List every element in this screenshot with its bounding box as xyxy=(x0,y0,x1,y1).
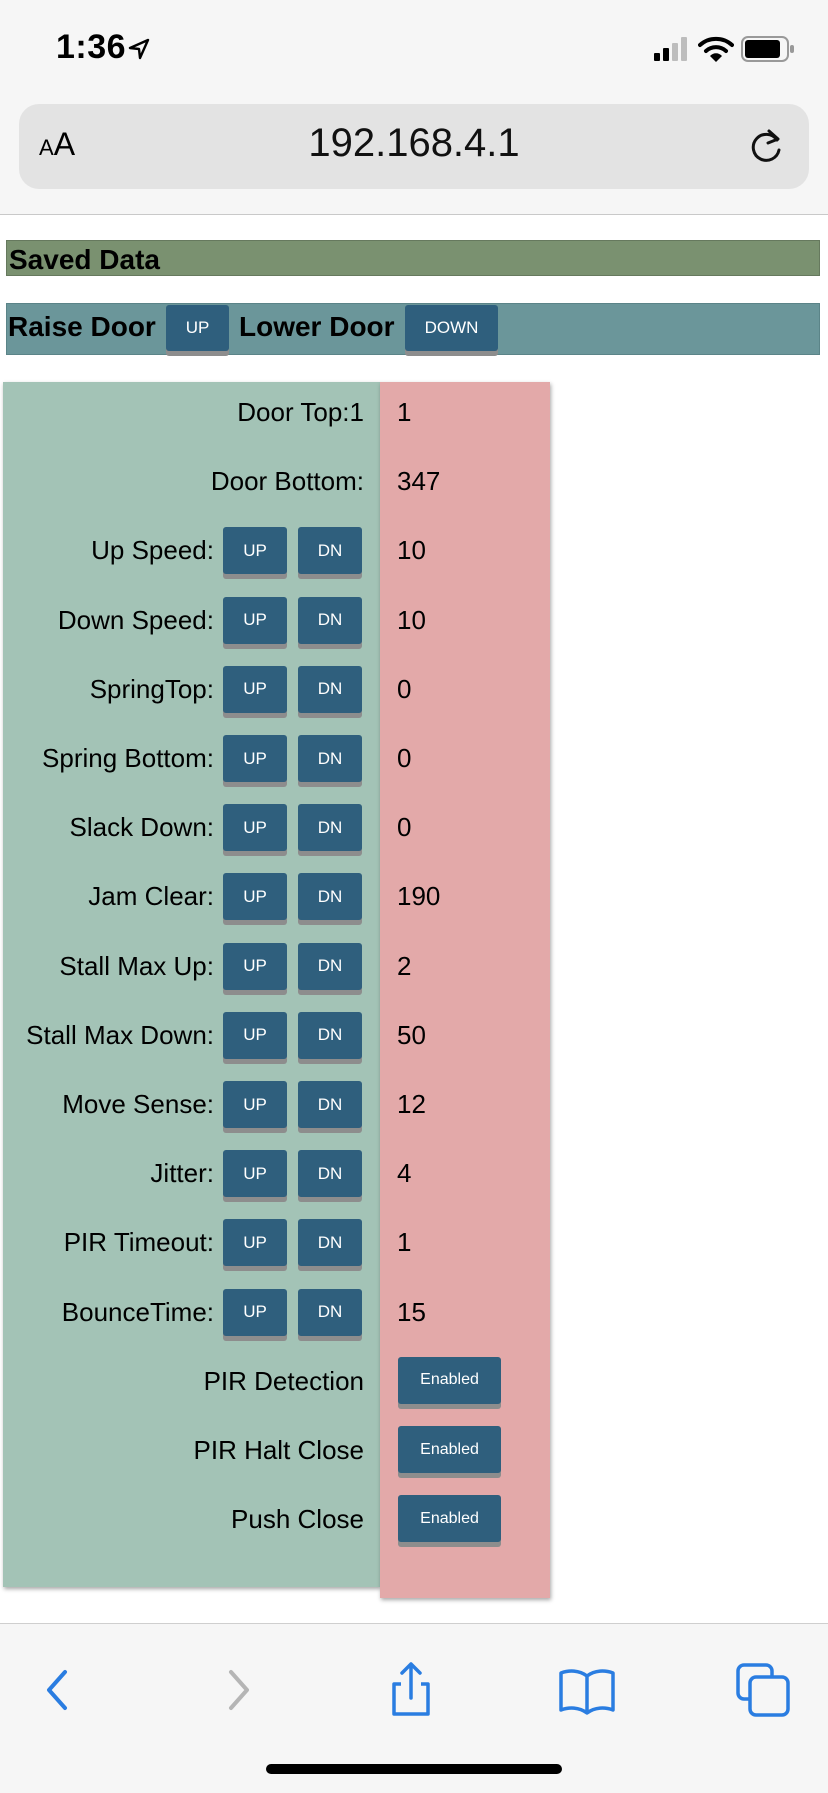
toggle-enabled-button[interactable]: Enabled xyxy=(398,1495,501,1543)
door-control-bar: Raise Door UP Lower Door DOWN xyxy=(6,303,820,355)
setting-value: 0 xyxy=(397,812,412,843)
setting-up-button[interactable]: UP xyxy=(223,735,287,782)
setting-down-button[interactable]: DN xyxy=(298,527,362,575)
setting-value: 4 xyxy=(397,1158,412,1189)
saved-data-header: Saved Data xyxy=(6,240,820,276)
setting-up-button[interactable]: UP xyxy=(223,1011,287,1059)
setting-label: Slack Down: xyxy=(69,812,215,843)
setting-label: Jitter: xyxy=(150,1158,214,1189)
setting-up-button[interactable]: UP xyxy=(223,596,287,644)
setting-up-button[interactable]: UP xyxy=(223,1219,287,1267)
lower-door-label: Lower Door xyxy=(239,311,395,342)
browser-toolbar xyxy=(0,1623,828,1793)
toggle-label: PIR Detection xyxy=(203,1365,364,1396)
lower-door-button[interactable]: DOWN xyxy=(405,305,498,351)
back-icon[interactable] xyxy=(29,1660,89,1720)
setting-down-button[interactable]: DN xyxy=(298,1219,362,1267)
setting-label: Spring Bottom: xyxy=(42,743,214,773)
setting-up-button[interactable]: UP xyxy=(223,665,287,713)
setting-value: 15 xyxy=(397,1296,426,1327)
setting-down-button[interactable]: DN xyxy=(298,1288,362,1336)
setting-down-button[interactable]: DN xyxy=(298,873,362,921)
setting-value: 10 xyxy=(397,604,426,635)
setting-down-button[interactable]: DN xyxy=(298,1150,362,1198)
setting-down-button[interactable]: DN xyxy=(298,735,362,782)
setting-down-button[interactable]: DN xyxy=(298,942,362,990)
setting-value: 50 xyxy=(397,1019,426,1050)
setting-label: BounceTime: xyxy=(61,1296,214,1327)
setting-value: 190 xyxy=(397,881,441,912)
battery-icon xyxy=(741,36,794,62)
bookmarks-icon[interactable] xyxy=(557,1660,617,1720)
raise-door-button[interactable]: UP xyxy=(166,305,229,351)
setting-up-button[interactable]: UP xyxy=(223,527,287,575)
raise-door-label: Raise Door xyxy=(8,311,156,342)
setting-label: Move Sense: xyxy=(62,1089,214,1119)
url-text[interactable]: 192.168.4.1 xyxy=(19,121,809,166)
setting-label: Door Bottom: xyxy=(210,466,364,497)
setting-label: Up Speed: xyxy=(91,535,214,566)
setting-value: 347 xyxy=(397,466,441,497)
share-icon[interactable] xyxy=(381,1660,441,1720)
setting-down-button[interactable]: DN xyxy=(298,1081,362,1128)
toggle-enabled-button[interactable]: Enabled xyxy=(398,1426,501,1473)
saved-data-title: Saved Data xyxy=(9,244,160,275)
setting-label: Stall Max Up: xyxy=(59,950,214,981)
setting-value: 0 xyxy=(397,673,412,704)
setting-value: 10 xyxy=(397,535,426,566)
tabs-icon[interactable] xyxy=(733,1660,793,1720)
setting-label: Stall Max Down: xyxy=(26,1019,214,1050)
reload-icon[interactable] xyxy=(747,126,785,166)
setting-down-button[interactable]: DN xyxy=(298,1011,362,1059)
toggle-label: Push Close xyxy=(231,1504,364,1535)
setting-value: 1 xyxy=(397,397,412,427)
signal-icon xyxy=(654,37,687,61)
setting-up-button[interactable]: UP xyxy=(223,942,287,990)
setting-label: Jam Clear: xyxy=(88,881,214,912)
setting-label: Door Top:1 xyxy=(237,397,364,427)
setting-value: 12 xyxy=(397,1089,426,1119)
address-bar[interactable]: AA 192.168.4.1 xyxy=(19,104,809,189)
setting-down-button[interactable]: DN xyxy=(298,665,362,713)
setting-label: Down Speed: xyxy=(57,604,214,635)
setting-up-button[interactable]: UP xyxy=(223,873,287,921)
wifi-icon xyxy=(698,36,734,62)
status-bar: 1:36 xyxy=(0,0,828,100)
setting-value: 1 xyxy=(397,1227,412,1258)
setting-up-button[interactable]: UP xyxy=(223,1081,287,1128)
toggle-label: PIR Halt Close xyxy=(193,1435,365,1465)
setting-value: 2 xyxy=(397,950,412,981)
forward-icon[interactable] xyxy=(207,1660,267,1720)
setting-up-button[interactable]: UP xyxy=(223,1288,287,1336)
location-arrow-icon xyxy=(128,38,150,60)
home-indicator xyxy=(266,1764,562,1774)
browser-chrome: AA 192.168.4.1 xyxy=(0,100,828,215)
setting-label: PIR Timeout: xyxy=(63,1227,214,1258)
setting-up-button[interactable]: UP xyxy=(223,1150,287,1198)
setting-down-button[interactable]: DN xyxy=(298,804,362,852)
setting-down-button[interactable]: DN xyxy=(298,596,362,644)
setting-value: 0 xyxy=(397,743,412,773)
setting-label: SpringTop: xyxy=(89,673,214,704)
setting-up-button[interactable]: UP xyxy=(223,804,287,852)
toggle-enabled-button[interactable]: Enabled xyxy=(398,1356,501,1404)
status-time: 1:36 xyxy=(56,28,127,66)
